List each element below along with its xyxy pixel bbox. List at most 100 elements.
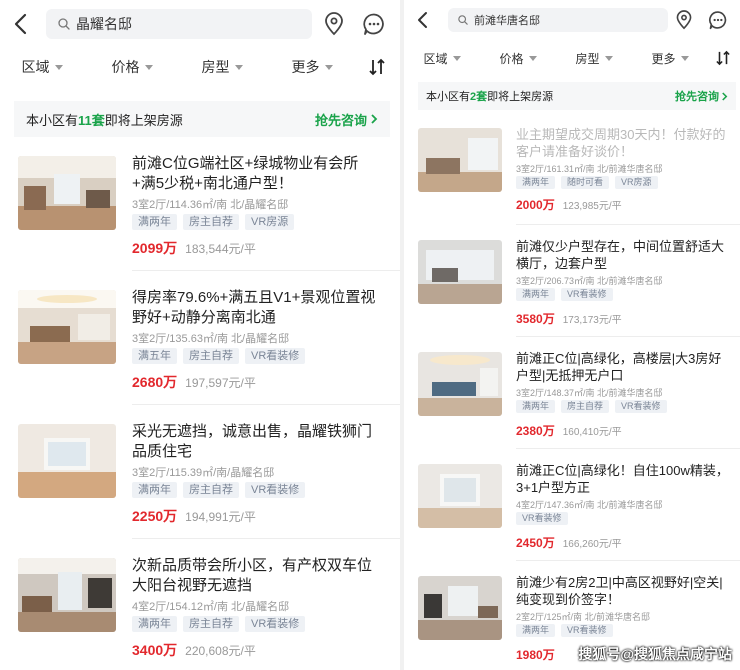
search-input[interactable]: 晶耀名邸 bbox=[46, 9, 312, 39]
listing-price: 2450万 bbox=[516, 536, 555, 550]
listing-unit-price: 194,991元/平 bbox=[185, 510, 256, 524]
listing-photo bbox=[418, 128, 502, 192]
notice-suffix: 即将上架房源 bbox=[104, 112, 183, 128]
consult-label: 抢先咨询 bbox=[314, 112, 367, 128]
listing-price: 2099万 bbox=[132, 240, 178, 256]
location-icon[interactable] bbox=[674, 10, 694, 30]
listing-photo bbox=[18, 290, 116, 364]
listing-photo bbox=[18, 156, 116, 230]
chevron-right-icon bbox=[371, 114, 378, 124]
listing-meta: 2室2厅/125㎡/南 北/前滩华唐名邸 bbox=[516, 612, 651, 622]
filter-label: 区域 bbox=[423, 51, 448, 66]
filter-layout[interactable]: 房型 bbox=[198, 52, 246, 82]
filter-label: 房型 bbox=[201, 59, 230, 75]
search-input[interactable]: 前滩华唐名邸 bbox=[448, 8, 668, 32]
listing-title: 前滩正C位|高绿化，高楼层|大3房好户型|无抵押无户口 bbox=[516, 351, 722, 383]
sort-icon[interactable] bbox=[710, 46, 736, 70]
listing-tags: 满五年 房主自荐 VR看装修 bbox=[132, 348, 311, 364]
listing-meta: 3室2厅/161.31㎡/南 北/前滩华唐名邸 bbox=[516, 164, 663, 174]
divider bbox=[516, 224, 740, 225]
listing-price: 3580万 bbox=[516, 312, 555, 326]
listing-tag: 满两年 bbox=[516, 176, 556, 189]
top-bar: 前滩华唐名邸 bbox=[404, 5, 740, 35]
listing-photo bbox=[418, 352, 502, 416]
price-row: 1980万 bbox=[516, 646, 555, 663]
notice-message: 本小区有11套即将上架房源 bbox=[26, 110, 183, 129]
chevron-right-icon bbox=[722, 91, 728, 101]
listing-meta: 3室2厅/115.39㎡/南/晶耀名邸 bbox=[132, 467, 275, 479]
listing-unit-price: 166,260元/平 bbox=[562, 539, 622, 550]
notice-message: 本小区有2套即将上架房源 bbox=[426, 88, 553, 104]
listing-tag: 房主自荐 bbox=[183, 616, 239, 632]
listing-meta: 4室2厅/154.12㎡/南 北/晶耀名邸 bbox=[132, 601, 290, 613]
listing-unit-price: 197,597元/平 bbox=[185, 376, 256, 390]
listing-tag: VR看装修 bbox=[561, 624, 613, 637]
listing-price: 1980万 bbox=[516, 648, 555, 662]
listing-tag: 满两年 bbox=[516, 288, 556, 301]
notice-count: 11套 bbox=[78, 112, 105, 128]
listing-tag: 满两年 bbox=[132, 616, 177, 632]
caret-down-icon bbox=[604, 55, 613, 61]
listing-tag: 随时可看 bbox=[561, 176, 610, 189]
search-icon bbox=[458, 15, 468, 25]
listing-title: 前滩少有2房2卫|中高区视野好|空关|纯变现到价签字！ bbox=[516, 575, 723, 607]
filter-price[interactable]: 价格 bbox=[496, 46, 540, 70]
listing-tag: VR看装修 bbox=[561, 288, 613, 301]
listing-tag: 满两年 bbox=[516, 400, 556, 413]
chevron-left-icon bbox=[14, 13, 27, 35]
back-button[interactable] bbox=[0, 6, 40, 42]
location-icon[interactable] bbox=[322, 12, 346, 36]
upcoming-listings-banner[interactable]: 本小区有2套即将上架房源 抢先咨询 bbox=[418, 82, 736, 110]
filter-area[interactable]: 区域 bbox=[420, 46, 464, 70]
listing-tag: 房主自荐 bbox=[183, 482, 239, 498]
price-row: 3580万 173,173元/平 bbox=[516, 310, 622, 327]
caret-down-icon bbox=[452, 55, 461, 61]
chevron-left-icon bbox=[418, 12, 427, 28]
filter-area[interactable]: 区域 bbox=[18, 52, 66, 82]
caret-down-icon bbox=[680, 55, 689, 61]
listing-price: 2380万 bbox=[516, 424, 555, 438]
consult-link[interactable]: 抢先咨询 bbox=[675, 88, 728, 104]
listing-unit-price: 173,173元/平 bbox=[562, 315, 622, 326]
notice-prefix: 本小区有 bbox=[26, 112, 79, 128]
divider bbox=[132, 270, 400, 271]
notice-count: 2套 bbox=[470, 91, 488, 103]
listing-photo bbox=[418, 576, 502, 640]
left-screen: 晶耀名邸 区域 价格 房型 更多 本小区有11套即将上架房源 抢先咨询 前滩C位… bbox=[0, 0, 400, 670]
caret-down-icon bbox=[234, 64, 243, 70]
message-icon[interactable] bbox=[708, 10, 728, 30]
notice-suffix: 即将上架房源 bbox=[487, 91, 554, 103]
listing-title: 前滩仅少户型存在，中间位置舒适大横厅，边套户型 bbox=[516, 239, 725, 271]
search-icon bbox=[58, 18, 70, 30]
listing-tag: 满两年 bbox=[516, 624, 556, 637]
search-query: 前滩华唐名邸 bbox=[474, 15, 540, 27]
listing-price: 2680万 bbox=[132, 374, 178, 390]
consult-label: 抢先咨询 bbox=[675, 91, 719, 103]
listing-photo bbox=[18, 558, 116, 632]
caret-down-icon bbox=[144, 64, 153, 70]
listing-meta: 3室2厅/148.37㎡/南 北/前滩华唐名邸 bbox=[516, 388, 663, 398]
caret-down-icon bbox=[528, 55, 537, 61]
listing-tag: VR看装修 bbox=[245, 616, 306, 632]
listing-tag: VR房源 bbox=[615, 176, 658, 189]
listing-tags: 满两年 VR看装修 bbox=[516, 288, 619, 301]
listing-tag: VR看装修 bbox=[245, 348, 306, 364]
filter-label: 价格 bbox=[111, 59, 140, 75]
listing-tags: 满两年 VR看装修 bbox=[516, 624, 619, 637]
upcoming-listings-banner[interactable]: 本小区有11套即将上架房源 抢先咨询 bbox=[14, 101, 390, 137]
listing-price: 3400万 bbox=[132, 642, 178, 658]
consult-link[interactable]: 抢先咨询 bbox=[315, 110, 378, 129]
sort-icon[interactable] bbox=[362, 52, 392, 82]
filter-price[interactable]: 价格 bbox=[108, 52, 156, 82]
filter-more[interactable]: 更多 bbox=[648, 46, 692, 70]
listing-meta: 3室2厅/206.73㎡/南 北/前滩华唐名邸 bbox=[516, 276, 663, 286]
listing-tag: 满两年 bbox=[132, 214, 177, 230]
filter-more[interactable]: 更多 bbox=[288, 52, 336, 82]
back-button[interactable] bbox=[404, 5, 440, 35]
filter-bar: 区域 价格 房型 更多 bbox=[0, 52, 400, 82]
filter-layout[interactable]: 房型 bbox=[572, 46, 616, 70]
filter-label: 价格 bbox=[499, 51, 524, 66]
message-icon[interactable] bbox=[362, 12, 386, 36]
listing-tags: 满两年 房主自荐 VR看装修 bbox=[132, 482, 311, 498]
listing-title: 前滩C位G端社区+绿城物业有会所+满5少税+南北通户型！ bbox=[132, 155, 359, 192]
